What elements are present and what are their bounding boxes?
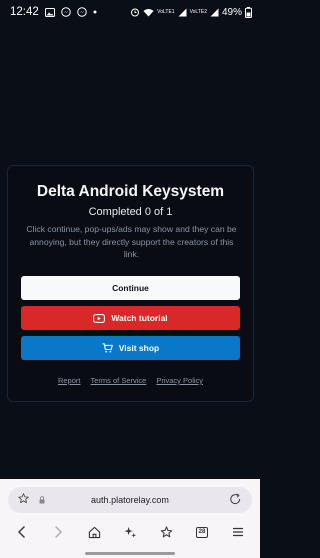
privacy-link[interactable]: Privacy Policy <box>156 376 203 385</box>
terms-link[interactable]: Terms of Service <box>90 376 146 385</box>
alarm-icon <box>130 7 140 17</box>
status-time: 12:42 <box>10 6 39 18</box>
card-description: Click continue, pop-ups/ads may show and… <box>26 224 237 259</box>
forward-icon[interactable] <box>47 521 69 543</box>
back-icon[interactable] <box>11 521 33 543</box>
wifi-icon <box>143 8 154 17</box>
home-icon[interactable] <box>83 521 105 543</box>
visit-shop-button[interactable]: Visit shop <box>21 336 240 360</box>
add-bookmark-icon[interactable] <box>155 521 177 543</box>
status-bar: 12:42 VoLTE1 VoLTE2 49% <box>0 0 260 24</box>
battery-icon <box>245 6 252 18</box>
youtube-icon <box>93 313 106 323</box>
signal-icon-2 <box>210 8 219 17</box>
footer-links: Report Terms of Service Privacy Policy <box>8 376 253 385</box>
browser-bottom-bar: auth.platorelay.com 28 <box>0 479 260 558</box>
sparkle-ai-icon[interactable] <box>119 521 141 543</box>
tabs-icon[interactable]: 28 <box>191 521 213 543</box>
refresh-icon[interactable] <box>229 493 242 511</box>
messenger-notification-icon <box>60 7 71 17</box>
tab-count: 28 <box>196 526 208 538</box>
signal-icon-1 <box>178 8 187 17</box>
lock-icon[interactable] <box>39 491 45 509</box>
continue-button[interactable]: Continue <box>21 276 240 300</box>
more-notifications-dot-icon <box>93 10 97 14</box>
network-label-1: VoLTE1 <box>157 8 175 15</box>
messenger-notification-icon-2 <box>76 7 87 17</box>
network-label-2: VoLTE2 <box>189 8 207 15</box>
watch-tutorial-button[interactable]: Watch tutorial <box>21 306 240 330</box>
visit-shop-label: Visit shop <box>118 343 160 353</box>
watch-tutorial-label: Watch tutorial <box>111 313 168 323</box>
card-title: Delta Android Keysystem <box>36 183 225 200</box>
address-bar[interactable]: auth.platorelay.com <box>8 487 252 513</box>
continue-label: Continue <box>112 283 149 293</box>
browser-nav-row: 28 <box>0 519 260 545</box>
gesture-home-indicator[interactable] <box>85 552 175 555</box>
photo-notification-icon <box>44 7 55 17</box>
keysystem-card: Delta Android Keysystem Completed 0 of 1… <box>7 165 254 402</box>
report-link[interactable]: Report <box>58 376 81 385</box>
cart-icon <box>102 343 113 353</box>
progress-text: Completed 0 of 1 <box>88 206 173 218</box>
bookmark-star-icon[interactable] <box>18 491 29 509</box>
menu-icon[interactable] <box>227 521 249 543</box>
battery-percent: 49% <box>221 6 242 18</box>
